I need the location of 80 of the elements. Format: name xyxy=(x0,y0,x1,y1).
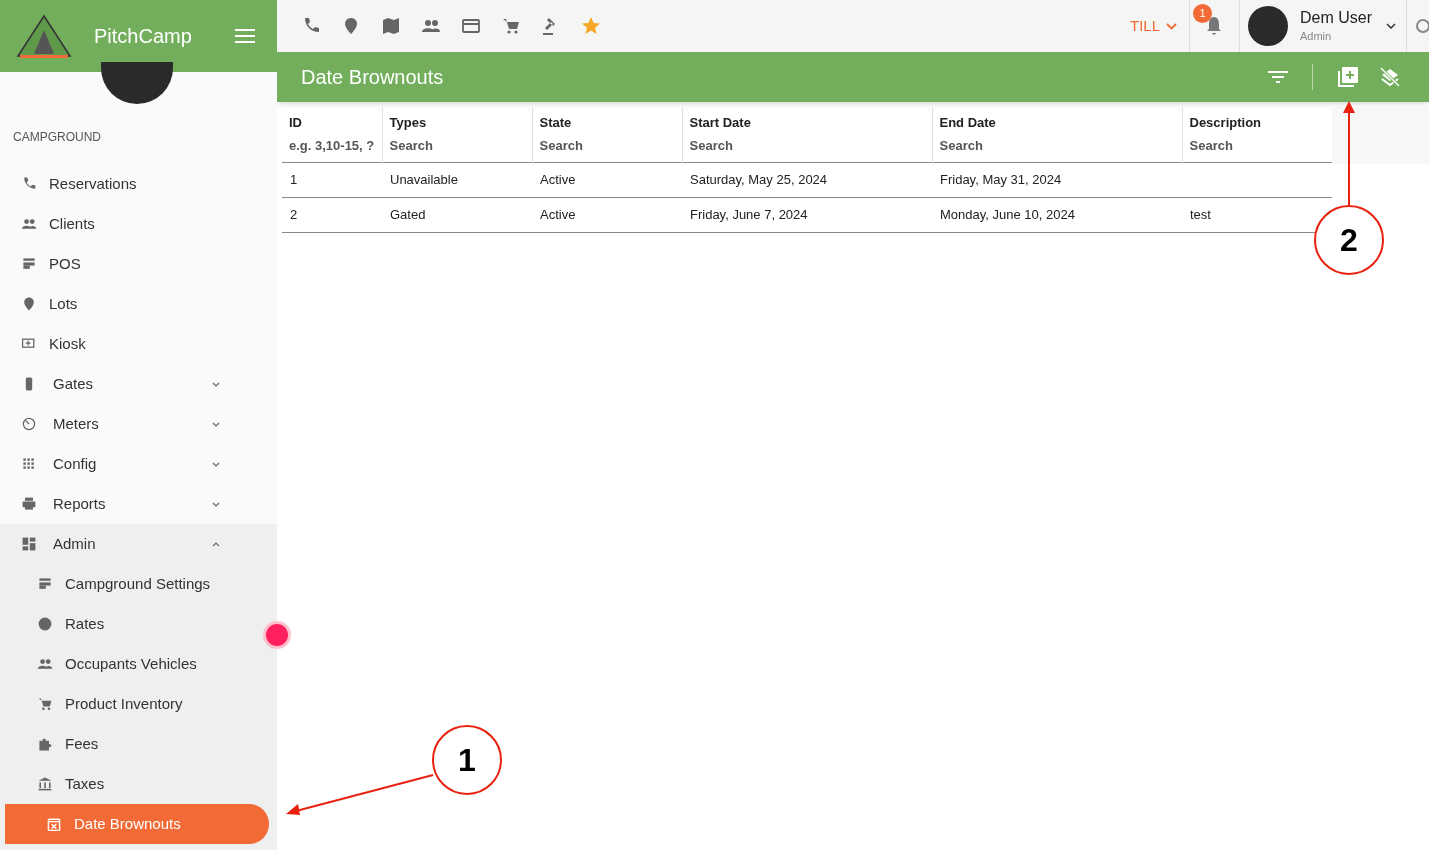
people-icon xyxy=(21,216,37,232)
sidebar-item[interactable]: POS xyxy=(0,244,277,284)
column-header[interactable]: End Date xyxy=(939,113,1175,131)
sidebar-item[interactable]: Lots xyxy=(0,284,277,324)
column-header[interactable]: Description xyxy=(1189,113,1325,131)
sidebar-item[interactable]: Config xyxy=(0,444,277,484)
table-cell: Friday, June 7, 2024 xyxy=(690,206,808,222)
table-cell: 1 xyxy=(290,171,298,187)
column-header[interactable]: Types xyxy=(389,113,525,131)
chevron-down-icon xyxy=(212,421,220,427)
timer-icon xyxy=(21,416,37,432)
chevron-up-icon xyxy=(212,541,220,547)
sidebar-item[interactable]: Kiosk xyxy=(0,324,277,364)
user-name: Dem User xyxy=(1300,7,1372,28)
filter-field[interactable]: Search xyxy=(539,136,675,156)
cart-icon xyxy=(37,696,53,712)
brand-name: PitchCamp xyxy=(94,24,192,49)
chevron-down-icon xyxy=(1166,22,1177,30)
filter-field[interactable]: e.g. 3,10-15, ? xyxy=(289,136,375,156)
chevron-down-icon xyxy=(212,501,220,507)
people-icon xyxy=(37,656,53,672)
credit-card-icon[interactable] xyxy=(461,16,481,36)
filter-field[interactable]: Search xyxy=(939,136,1175,156)
tent-logo-icon xyxy=(14,12,74,60)
filter-field[interactable]: Search xyxy=(1189,136,1325,156)
sidebar-subitem[interactable]: Campground Settings xyxy=(0,564,255,604)
search-icon[interactable] xyxy=(1415,18,1429,34)
annotation-callout: 1 xyxy=(432,725,502,795)
table-cell: Gated xyxy=(390,206,426,222)
phone-icon xyxy=(21,176,37,192)
table-cell: Active xyxy=(540,171,576,187)
dashboard-icon xyxy=(21,536,37,552)
column-header[interactable]: Start Date xyxy=(689,113,925,131)
sidebar-subitem[interactable]: Rates xyxy=(0,604,255,644)
menu-button[interactable] xyxy=(235,28,255,44)
bell-icon xyxy=(1205,16,1224,36)
table-cell: Unavailable xyxy=(390,171,458,187)
chevron-down-icon xyxy=(212,461,220,467)
sidebar-subitem[interactable]: Taxes xyxy=(0,764,255,804)
avatar-placeholder xyxy=(1248,6,1288,46)
filter-field[interactable]: Search xyxy=(689,136,925,156)
sidebar-item[interactable]: Reports xyxy=(0,484,277,524)
sidebar-item[interactable]: Meters xyxy=(0,404,277,444)
table-cell: Friday, May 31, 2024 xyxy=(940,171,1062,187)
pin-icon xyxy=(21,296,37,312)
bank-icon xyxy=(37,776,53,792)
calendar-icon xyxy=(46,816,62,832)
add-icon[interactable] xyxy=(1337,66,1359,88)
table-cell: Monday, June 10, 2024 xyxy=(940,206,1075,222)
column-header[interactable]: ID xyxy=(289,113,375,131)
column-header[interactable]: State xyxy=(539,113,675,131)
sidebar-subitem[interactable]: Fees xyxy=(0,724,255,764)
table-cell: test xyxy=(1190,206,1211,222)
cart-icon[interactable] xyxy=(501,16,521,36)
chevron-down-icon xyxy=(1386,23,1396,29)
menu-icon xyxy=(235,28,255,44)
page-title: Date Brownouts xyxy=(301,65,444,90)
annotation-callout: 2 xyxy=(1314,205,1384,275)
puzzle-icon xyxy=(37,736,53,752)
sidebar-subitem[interactable]: Product Inventory xyxy=(0,684,255,724)
sidebar-item[interactable]: Gates xyxy=(0,364,277,404)
table-cell: Saturday, May 25, 2024 xyxy=(690,171,828,187)
grid-icon xyxy=(21,456,37,472)
avatar-placeholder xyxy=(101,62,173,104)
sidebar-item[interactable]: Reservations xyxy=(0,164,277,204)
map-icon[interactable] xyxy=(381,16,401,36)
filter-field[interactable]: Search xyxy=(389,136,525,156)
user-role: Admin xyxy=(1300,28,1332,44)
sidebar-item[interactable]: Clients xyxy=(0,204,277,244)
star-icon[interactable] xyxy=(581,16,601,36)
layers-off-icon[interactable] xyxy=(1379,66,1401,88)
printer-icon xyxy=(21,496,37,512)
section-heading: CAMPGROUND xyxy=(13,129,102,142)
sidebar-subitem[interactable]: Occupants Vehicles xyxy=(0,644,255,684)
filter-icon[interactable] xyxy=(1268,70,1288,84)
chevron-down-icon xyxy=(212,381,220,387)
sidebar-item[interactable]: Admin xyxy=(0,524,277,564)
notification-badge: 1 xyxy=(1193,4,1212,23)
table-cell: 2 xyxy=(290,206,298,222)
table-cell: Active xyxy=(540,206,576,222)
